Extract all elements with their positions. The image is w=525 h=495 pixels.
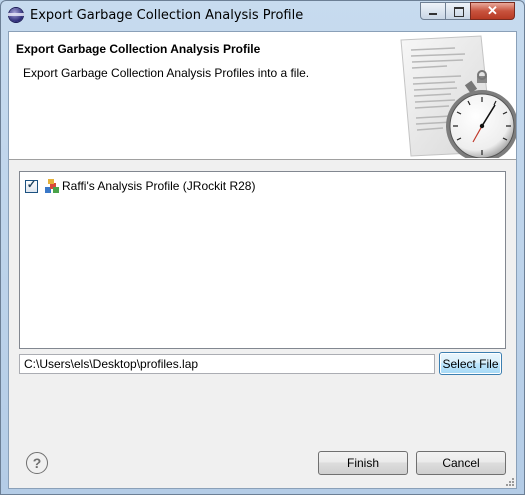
profile-icon <box>45 179 59 193</box>
select-file-button[interactable]: Select File <box>439 352 502 375</box>
title-bar[interactable]: Export Garbage Collection Analysis Profi… <box>1 1 524 31</box>
help-icon[interactable]: ? <box>26 452 48 474</box>
eclipse-app-icon <box>8 8 24 22</box>
close-button[interactable]: ✕ <box>470 2 515 20</box>
close-icon: ✕ <box>487 3 498 18</box>
maximize-icon <box>454 7 464 17</box>
check-icon: ✓ <box>26 179 37 191</box>
stopwatch-document-illustration <box>385 32 516 158</box>
file-path-input[interactable] <box>19 354 435 374</box>
maximize-button[interactable] <box>445 2 471 20</box>
resize-grip-icon[interactable] <box>505 477 515 487</box>
dialog-content: Export Garbage Collection Analysis Profi… <box>8 31 517 489</box>
minimize-button[interactable] <box>420 2 446 20</box>
window-title: Export Garbage Collection Analysis Profi… <box>30 8 304 23</box>
wizard-banner: Export Garbage Collection Analysis Profi… <box>9 32 516 160</box>
dialog-window: Export Garbage Collection Analysis Profi… <box>0 0 525 495</box>
banner-title: Export Garbage Collection Analysis Profi… <box>16 42 261 56</box>
cancel-button[interactable]: Cancel <box>416 451 506 475</box>
profile-label: Raffi's Analysis Profile (JRockit R28) <box>62 179 256 193</box>
minimize-icon <box>429 13 437 15</box>
profiles-tree[interactable]: ✓ Raffi's Analysis Profile (JRockit R28) <box>19 171 506 349</box>
profile-checkbox[interactable]: ✓ <box>25 179 38 193</box>
finish-button[interactable]: Finish <box>318 451 408 475</box>
banner-description: Export Garbage Collection Analysis Profi… <box>23 66 310 80</box>
